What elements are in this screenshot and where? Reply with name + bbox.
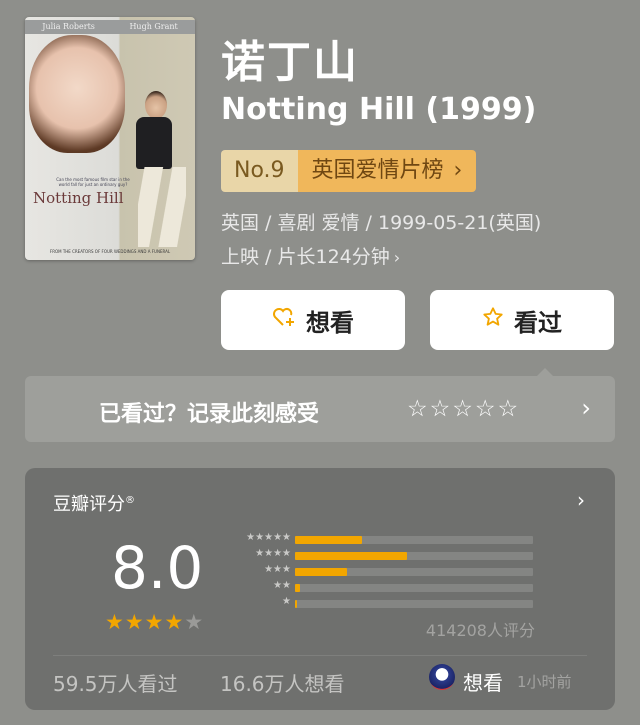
rating-bar-fill — [295, 536, 362, 544]
ranking-badge[interactable]: No.9 英国爱情片榜 › — [221, 150, 477, 192]
seen-label: 看过 — [514, 308, 562, 337]
chevron-right-icon: › — [393, 248, 401, 267]
rating-count: 414208人评分 — [425, 621, 535, 640]
poster-man-head — [145, 91, 167, 119]
user-action: 想看 — [463, 671, 503, 695]
rating-stars: ★★★★★ — [105, 610, 204, 634]
star-filled-icon: ★ — [164, 610, 185, 634]
rating-bar-track — [295, 552, 533, 560]
rating-bar-stars: ★★★★ — [255, 548, 291, 559]
rating-score: 8.0 — [111, 534, 204, 602]
chevron-right-icon[interactable]: › — [581, 394, 591, 422]
douban-rating-panel[interactable]: 豆瓣评分® › 8.0 ★★★★★ ★★★★★ ★★★★ ★★★ ★★ ★ 414208… — [25, 468, 615, 710]
chevron-right-icon[interactable]: › — [577, 488, 585, 512]
movie-meta[interactable]: 英国 / 喜剧 爱情 / 1999-05-21(英国) 上映 / 片长124分钟… — [221, 206, 621, 275]
rating-bar-stars: ★ — [282, 596, 291, 607]
poster-actor-1: Julia Roberts — [42, 22, 95, 31]
rank-list-label: 英国爱情片榜 — [311, 158, 444, 183]
rating-stars-input[interactable]: ☆☆☆☆☆ — [407, 396, 520, 422]
star-filled-icon: ★ — [105, 610, 125, 634]
rating-bar-fill — [295, 584, 300, 592]
movie-title-en: Notting Hill (1999) — [221, 92, 537, 127]
chevron-right-icon: › — [453, 158, 463, 183]
meta-line-1: 英国 / 喜剧 爱情 / 1999-05-21(英国) — [221, 212, 542, 234]
poster-tagline: Can the most famous film star in the wor… — [56, 177, 130, 187]
heart-plus-icon — [272, 306, 296, 334]
rating-bar-row: ★ — [225, 596, 545, 612]
meta-line-2-text: 上映 / 片长124分钟 — [221, 246, 390, 268]
rating-label-text: 豆瓣评分 — [53, 494, 125, 515]
watched-button[interactable]: 看过 — [430, 290, 614, 350]
rating-bar-fill — [295, 552, 407, 560]
registered-mark: ® — [125, 495, 135, 506]
poster-man-legs — [138, 167, 186, 247]
rank-number: No.9 — [221, 150, 298, 192]
rating-bar-track — [295, 584, 533, 592]
pointer-caret — [537, 368, 553, 376]
rating-bar-row: ★★★★★ — [225, 532, 545, 548]
poster-actor-names: Julia Roberts Hugh Grant — [25, 20, 195, 34]
movie-poster[interactable]: Julia Roberts Hugh Grant Can the most fa… — [25, 17, 195, 260]
rating-bar-row: ★★ — [225, 580, 545, 596]
star-filled-icon: ★ — [124, 610, 145, 634]
want-count[interactable]: 16.6万人想看 — [220, 668, 345, 697]
movie-title-cn: 诺丁山 — [221, 37, 359, 88]
record-feeling-bar[interactable]: 已看过？记录此刻感受 ☆☆☆☆☆ › — [25, 368, 615, 442]
want-label: 想看 — [306, 308, 354, 337]
avatar[interactable] — [429, 664, 455, 690]
rating-bar-track — [295, 568, 533, 576]
poster-actor-2: Hugh Grant — [129, 22, 178, 31]
rating-bar-fill — [295, 600, 297, 608]
poster-footer: FROM THE CREATORS OF FOUR WEDDINGS AND A… — [49, 249, 171, 254]
meta-line-2: 上映 / 片长124分钟 › — [221, 240, 621, 275]
rating-bar-row: ★★★ — [225, 564, 545, 580]
rating-bar-track — [295, 600, 533, 608]
poster-man-body — [136, 117, 172, 169]
rating-label: 豆瓣评分® — [53, 490, 135, 516]
rating-bar-track — [295, 536, 533, 544]
rating-bar-stars: ★★★★★ — [246, 532, 291, 543]
rating-bar-stars: ★★★ — [264, 564, 291, 575]
rating-bar-row: ★★★★ — [225, 548, 545, 564]
rating-bar-stars: ★★ — [273, 580, 291, 591]
user-action-time: 1小时前 — [517, 673, 572, 691]
star-outline-icon — [482, 306, 504, 334]
rank-list: 英国爱情片榜 › — [297, 150, 477, 192]
want-to-watch-button[interactable]: 想看 — [221, 290, 405, 350]
seen-count[interactable]: 59.5万人看过 — [53, 668, 178, 697]
record-prompt: 已看过？记录此刻感受 — [99, 402, 320, 427]
rating-bar-fill — [295, 568, 347, 576]
poster-title: Notting Hill — [33, 189, 124, 207]
star-filled-icon: ★ — [144, 610, 165, 634]
poster-woman-face — [29, 35, 125, 153]
divider — [53, 655, 587, 656]
star-empty-icon: ★ — [184, 610, 205, 634]
